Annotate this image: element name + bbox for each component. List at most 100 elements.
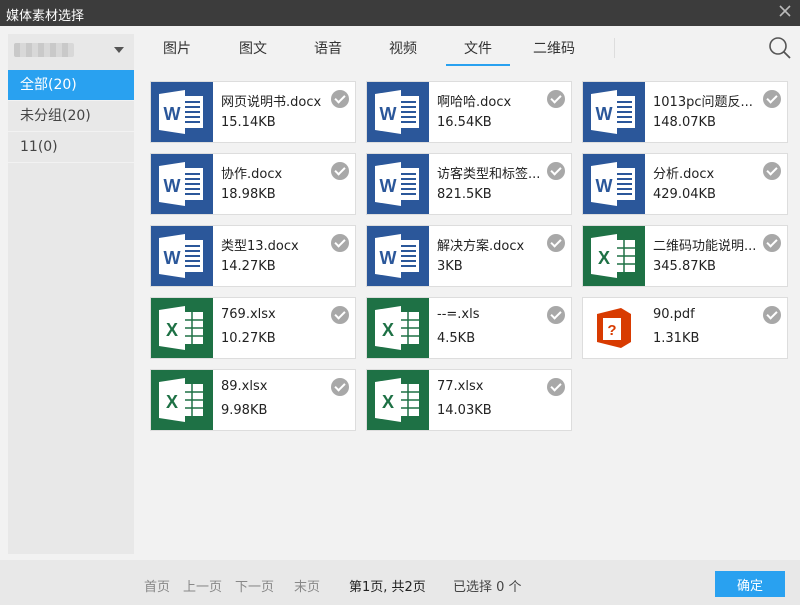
file-name: 77.xlsx [437, 379, 484, 394]
file-size: 429.04KB [653, 187, 716, 202]
file-size: 345.87KB [653, 259, 716, 274]
word-file-icon: W [151, 154, 213, 214]
next-page-link[interactable]: 下一页 [235, 576, 274, 595]
select-check-icon[interactable] [331, 306, 349, 324]
select-check-icon[interactable] [763, 306, 781, 324]
svg-text:W: W [380, 248, 397, 268]
file-name: 协作.docx [221, 167, 283, 182]
title-bar: 媒体素材选择 [0, 0, 800, 26]
excel-file-icon: X [151, 298, 213, 358]
search-icon[interactable] [768, 36, 792, 60]
file-card[interactable]: W 1013pc问题反... 148.07KB [582, 81, 788, 143]
prev-page-link[interactable]: 上一页 [183, 576, 222, 595]
blurred-account-name [14, 43, 74, 57]
file-size: 3KB [437, 259, 463, 274]
word-file-icon: W [583, 154, 645, 214]
first-page-link[interactable]: 首页 [144, 576, 170, 595]
file-card[interactable]: W 类型13.docx 14.27KB [150, 225, 356, 287]
file-card[interactable]: X 769.xlsx 10.27KB [150, 297, 356, 359]
svg-text:W: W [596, 176, 613, 196]
window-title: 媒体素材选择 [6, 9, 85, 24]
tab-5[interactable]: 二维码 [526, 38, 582, 66]
file-card[interactable]: W 网页说明书.docx 15.14KB [150, 81, 356, 143]
file-size: 14.27KB [221, 259, 276, 274]
select-check-icon[interactable] [547, 306, 565, 324]
file-name: 90.pdf [653, 307, 695, 322]
tab-divider [614, 38, 615, 58]
tab-0[interactable]: 图片 [156, 38, 198, 66]
file-name: 分析.docx [653, 167, 715, 182]
media-type-tabs: 图片 图文 语音 视频 文件 二维码 [134, 26, 800, 68]
last-page-link[interactable]: 末页 [294, 576, 320, 595]
confirm-button[interactable]: 确定 [715, 571, 785, 597]
file-size: 821.5KB [437, 187, 492, 202]
svg-text:W: W [380, 176, 397, 196]
page-info: 第1页, 共2页 [349, 580, 426, 595]
file-name: 二维码功能说明... [653, 239, 757, 254]
file-size: 4.5KB [437, 331, 476, 346]
svg-text:X: X [598, 248, 610, 268]
selected-count: 已选择 0 个 [453, 580, 522, 595]
tab-1[interactable]: 图文 [232, 38, 274, 66]
word-file-icon: W [367, 226, 429, 286]
tab-3[interactable]: 视频 [382, 38, 424, 66]
file-name: 解决方案.docx [437, 239, 525, 254]
tab-2[interactable]: 语音 [307, 38, 349, 66]
pdf-file-icon: ? [583, 298, 645, 358]
file-name: 啊哈哈.docx [437, 95, 512, 110]
word-file-icon: W [367, 154, 429, 214]
file-card[interactable]: W 分析.docx 429.04KB [582, 153, 788, 215]
file-card[interactable]: W 解决方案.docx 3KB [366, 225, 572, 287]
select-check-icon[interactable] [547, 378, 565, 396]
file-card[interactable]: X --=.xls 4.5KB [366, 297, 572, 359]
select-check-icon[interactable] [331, 162, 349, 180]
svg-text:X: X [166, 392, 178, 412]
file-card[interactable]: X 二维码功能说明... 345.87KB [582, 225, 788, 287]
file-size: 15.14KB [221, 115, 276, 130]
file-size: 16.54KB [437, 115, 492, 130]
group-item[interactable]: 未分组(20) [8, 101, 134, 132]
select-check-icon[interactable] [331, 90, 349, 108]
pagination-footer: 首页 上一页 下一页 末页 第1页, 共2页 已选择 0 个 确定 [0, 560, 800, 605]
file-card[interactable]: ? 90.pdf 1.31KB [582, 297, 788, 359]
select-check-icon[interactable] [763, 162, 781, 180]
group-item[interactable]: 11(0) [8, 132, 134, 163]
file-size: 14.03KB [437, 403, 492, 418]
file-name: --=.xls [437, 307, 480, 322]
file-size: 1.31KB [653, 331, 700, 346]
excel-file-icon: X [367, 370, 429, 430]
file-name: 类型13.docx [221, 239, 299, 254]
file-size: 18.98KB [221, 187, 276, 202]
select-check-icon[interactable] [547, 162, 565, 180]
file-size: 10.27KB [221, 331, 276, 346]
svg-text:W: W [164, 176, 181, 196]
file-card[interactable]: X 77.xlsx 14.03KB [366, 369, 572, 431]
select-check-icon[interactable] [547, 234, 565, 252]
select-check-icon[interactable] [331, 378, 349, 396]
svg-text:W: W [164, 248, 181, 268]
group-list: 全部(20) 未分组(20) 11(0) [8, 70, 134, 163]
svg-text:X: X [166, 320, 178, 340]
group-dropdown[interactable] [8, 34, 134, 64]
select-check-icon[interactable] [547, 90, 565, 108]
tab-4[interactable]: 文件 [446, 38, 510, 66]
file-name: 1013pc问题反... [653, 95, 753, 110]
select-check-icon[interactable] [331, 234, 349, 252]
select-check-icon[interactable] [763, 90, 781, 108]
file-card[interactable]: W 啊哈哈.docx 16.54KB [366, 81, 572, 143]
file-card[interactable]: X 89.xlsx 9.98KB [150, 369, 356, 431]
close-icon[interactable] [778, 4, 792, 18]
chevron-down-icon [114, 47, 124, 53]
file-card[interactable]: W 协作.docx 18.98KB [150, 153, 356, 215]
select-check-icon[interactable] [763, 234, 781, 252]
file-size: 148.07KB [653, 115, 716, 130]
svg-text:X: X [382, 392, 394, 412]
svg-text:X: X [382, 320, 394, 340]
excel-file-icon: X [151, 370, 213, 430]
group-item[interactable]: 全部(20) [8, 70, 134, 101]
word-file-icon: W [151, 82, 213, 142]
file-size: 9.98KB [221, 403, 268, 418]
file-name: 769.xlsx [221, 307, 276, 322]
file-card[interactable]: W 访客类型和标签... 821.5KB [366, 153, 572, 215]
excel-file-icon: X [367, 298, 429, 358]
